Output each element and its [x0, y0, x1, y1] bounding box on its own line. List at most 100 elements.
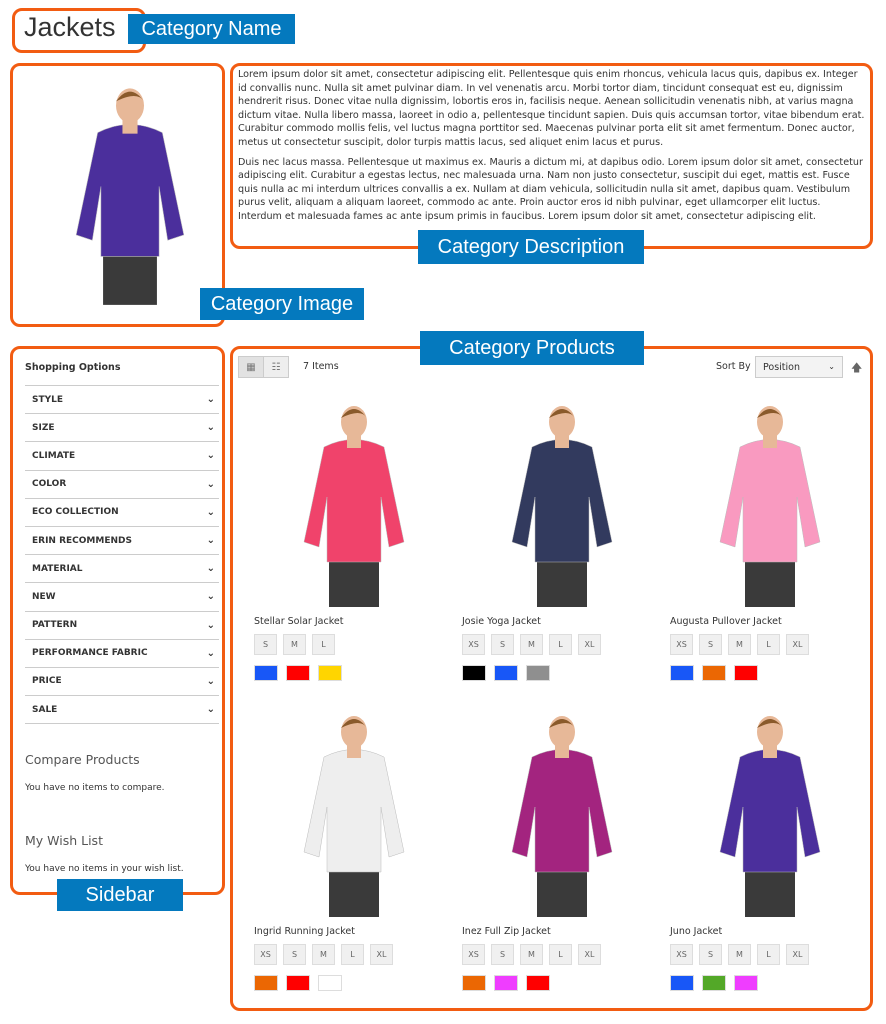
filter-label: NEW — [32, 591, 56, 602]
color-swatch[interactable] — [462, 975, 486, 991]
filter-size[interactable]: SIZE ⌄ — [25, 414, 219, 443]
sort-select-value: Position — [763, 362, 800, 373]
chevron-down-icon: ⌄ — [828, 362, 835, 371]
size-swatch[interactable]: XL — [786, 634, 809, 655]
color-swatch[interactable] — [254, 975, 278, 991]
size-swatch[interactable]: S — [491, 944, 514, 965]
size-swatch[interactable]: XL — [578, 634, 601, 655]
color-swatch[interactable] — [462, 665, 486, 681]
size-swatch[interactable]: XL — [370, 944, 393, 965]
size-swatch[interactable]: L — [312, 634, 335, 655]
product-name[interactable]: Ingrid Running Jacket — [254, 926, 454, 942]
filter-material[interactable]: MATERIAL ⌄ — [25, 555, 219, 584]
size-swatch[interactable]: M — [728, 944, 751, 965]
grid-icon: ▦ — [246, 361, 256, 373]
filter-pattern[interactable]: PATTERN ⌄ — [25, 612, 219, 640]
size-swatch[interactable]: S — [699, 944, 722, 965]
product-name[interactable]: Augusta Pullover Jacket — [670, 616, 870, 632]
grid-view-button[interactable]: ▦ — [238, 356, 264, 378]
list-view-button[interactable]: ☷ — [263, 356, 289, 378]
color-swatch[interactable] — [670, 665, 694, 681]
color-swatch[interactable] — [734, 975, 758, 991]
color-swatch[interactable] — [494, 975, 518, 991]
product-name[interactable]: Stellar Solar Jacket — [254, 616, 454, 632]
category-description: Lorem ipsum dolor sit amet, consectetur … — [238, 68, 866, 230]
size-swatch[interactable]: M — [520, 944, 543, 965]
wishlist-empty: You have no items in your wish list. — [25, 864, 184, 875]
filter-label: COLOR — [32, 479, 67, 490]
size-swatch[interactable]: XS — [254, 944, 277, 965]
chevron-down-icon: ⌄ — [206, 422, 215, 434]
sidebar: Shopping Options STYLE ⌄ SIZE ⌄ CLIMATE ⌄ COLO… — [25, 358, 219, 874]
color-swatch[interactable] — [318, 975, 342, 991]
color-swatch[interactable] — [286, 975, 310, 991]
size-swatch[interactable]: S — [283, 944, 306, 965]
category-image — [60, 72, 200, 317]
size-swatch[interactable]: XL — [786, 944, 809, 965]
size-swatch[interactable]: XL — [578, 944, 601, 965]
filter-style[interactable]: STYLE ⌄ — [25, 386, 219, 415]
sort-select[interactable]: Position ⌄ — [755, 356, 843, 378]
color-swatch[interactable] — [702, 975, 726, 991]
filter-price[interactable]: PRICE ⌄ — [25, 668, 219, 697]
annotation-sidebar: Sidebar — [57, 879, 183, 911]
color-swatch[interactable] — [254, 665, 278, 681]
shopping-options-heading: Shopping Options — [25, 358, 219, 386]
size-swatch[interactable]: M — [520, 634, 543, 655]
size-swatch[interactable]: M — [312, 944, 335, 965]
size-swatch[interactable]: S — [699, 634, 722, 655]
color-swatch[interactable] — [702, 665, 726, 681]
product-image[interactable] — [462, 402, 662, 612]
color-swatch[interactable] — [494, 665, 518, 681]
size-swatch[interactable]: M — [728, 634, 751, 655]
color-swatch[interactable] — [734, 665, 758, 681]
filter-color[interactable]: COLOR ⌄ — [25, 471, 219, 499]
size-swatch[interactable]: XS — [462, 944, 485, 965]
size-swatch[interactable]: M — [283, 634, 306, 655]
size-swatch[interactable]: S — [491, 634, 514, 655]
size-swatch[interactable]: XS — [670, 944, 693, 965]
product-image[interactable] — [670, 402, 870, 612]
color-swatch[interactable] — [526, 665, 550, 681]
chevron-down-icon: ⌄ — [206, 450, 215, 462]
size-swatch[interactable]: L — [757, 634, 780, 655]
size-swatch[interactable]: L — [549, 944, 572, 965]
filter-performance-fabric[interactable]: PERFORMANCE FABRIC ⌄ — [25, 640, 219, 668]
chevron-down-icon: ⌄ — [206, 619, 215, 631]
size-swatch[interactable]: L — [341, 944, 364, 965]
size-options: XS S M L XL — [254, 944, 454, 965]
size-swatch[interactable]: L — [549, 634, 572, 655]
filter-label: MATERIAL — [32, 563, 83, 574]
size-options: XS S M L XL — [670, 944, 870, 965]
filter-climate[interactable]: CLIMATE ⌄ — [25, 442, 219, 471]
product-name[interactable]: Juno Jacket — [670, 926, 870, 942]
chevron-down-icon: ⌄ — [206, 704, 215, 716]
product-image[interactable] — [254, 402, 454, 612]
product-image[interactable] — [670, 712, 870, 922]
product-image[interactable] — [462, 712, 662, 922]
annotation-category-name: Category Name — [128, 14, 295, 44]
size-swatch[interactable]: XS — [462, 634, 485, 655]
sort-direction-arrow-up-icon[interactable]: 🡅 — [851, 359, 862, 378]
filter-erin-recommends[interactable]: ERIN RECOMMENDS ⌄ — [25, 527, 219, 556]
list-icon: ☷ — [271, 361, 281, 373]
color-options — [462, 975, 662, 991]
product-name[interactable]: Josie Yoga Jacket — [462, 616, 662, 632]
description-paragraph: Duis nec lacus massa. Pellentesque ut ma… — [238, 156, 863, 222]
filter-sale[interactable]: SALE ⌄ — [25, 696, 219, 725]
color-swatch[interactable] — [670, 975, 694, 991]
product-image[interactable] — [254, 712, 454, 922]
product-name[interactable]: Inez Full Zip Jacket — [462, 926, 662, 942]
filter-eco-collection[interactable]: ECO COLLECTION ⌄ — [25, 499, 219, 527]
size-options: SML — [254, 634, 454, 655]
size-swatch[interactable]: S — [254, 634, 277, 655]
color-swatch[interactable] — [526, 975, 550, 991]
size-swatch[interactable]: L — [757, 944, 780, 965]
size-swatch[interactable]: XS — [670, 634, 693, 655]
color-swatch[interactable] — [318, 665, 342, 681]
product-card: Josie Yoga Jacket XS S M L XL — [462, 402, 662, 681]
filter-new[interactable]: NEW ⌄ — [25, 583, 219, 612]
product-card: Juno Jacket XS S M L XL — [670, 712, 870, 991]
product-card: Inez Full Zip Jacket XS S M L XL — [462, 712, 662, 991]
color-swatch[interactable] — [286, 665, 310, 681]
